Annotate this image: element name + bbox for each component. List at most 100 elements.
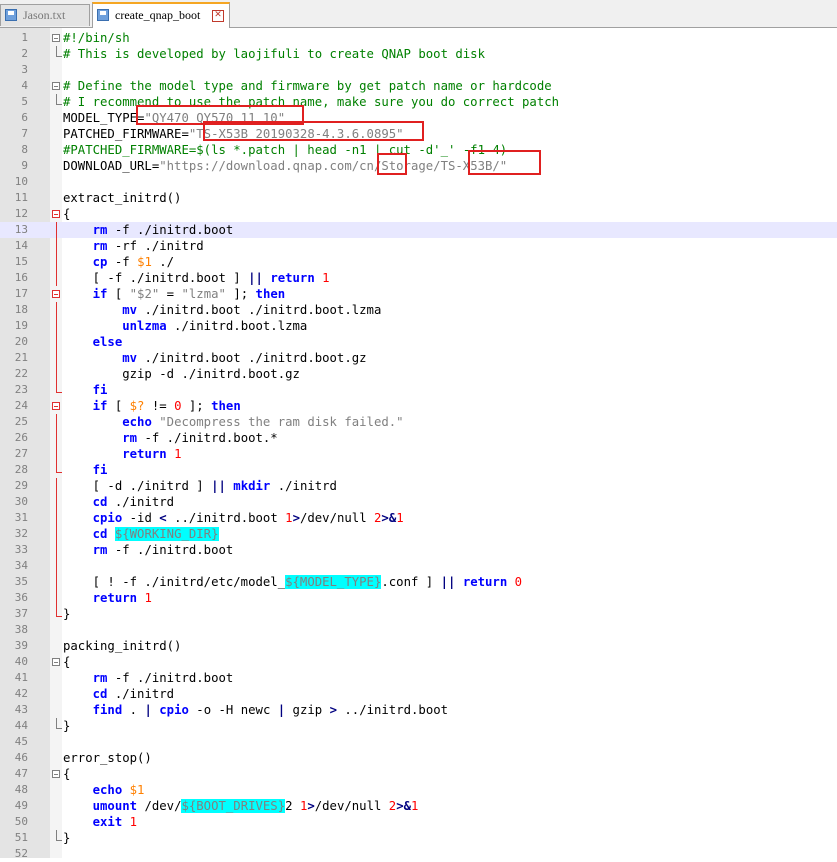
code-token: | (144, 703, 152, 717)
code-token: || (248, 271, 263, 285)
code-line[interactable]: 27 return 1 (0, 446, 837, 462)
line-number: 44 (14, 719, 28, 732)
fold-toggle-icon[interactable] (52, 290, 60, 298)
code-line[interactable]: 4 # Define the model type and firmware by… (0, 78, 837, 94)
code-token: .conf ] (381, 575, 441, 589)
code-token: ${MODEL_TYPE} (285, 575, 382, 589)
line-number: 9 (21, 159, 28, 172)
code-line[interactable]: 13 rm -f ./initrd.boot (0, 222, 837, 238)
code-line[interactable]: 50 exit 1 (0, 814, 837, 830)
code-line[interactable]: 25 echo "Decompress the ram disk failed.… (0, 414, 837, 430)
code-line[interactable]: 15 cp -f $1 ./ (0, 254, 837, 270)
code-line[interactable]: 9 DOWNLOAD_URL="https://download.qnap.com… (0, 158, 837, 174)
fold-toggle-icon[interactable] (52, 34, 60, 42)
line-number: 22 (14, 367, 28, 380)
code-line[interactable]: 19 unlzma ./initrd.boot.lzma (0, 318, 837, 334)
code-token: > (292, 511, 300, 525)
code-line[interactable]: 5 # I recommend to use the patch name, ma… (0, 94, 837, 110)
code-line[interactable]: 17 if [ "$2" = "lzma" ]; then (0, 286, 837, 302)
fold-line-marker (56, 478, 58, 494)
code-line[interactable]: 30 cd ./initrd (0, 494, 837, 510)
code-line[interactable]: 14 rm -rf ./initrd (0, 238, 837, 254)
code-line[interactable]: 28 fi (0, 462, 837, 478)
code-line[interactable]: 31 cpio -id < ../initrd.boot 1>/dev/null… (0, 510, 837, 526)
code-line[interactable]: 16 [ -f ./initrd.boot ] || return 1 (0, 270, 837, 286)
code-line[interactable]: 12 { (0, 206, 837, 222)
code-line[interactable]: 46 error_stop() (0, 750, 837, 766)
code-line[interactable]: 47 { (0, 766, 837, 782)
code-line[interactable]: 11 extract_initrd() (0, 190, 837, 206)
code-line[interactable]: 2 # This is developed by laojifuli to cre… (0, 46, 837, 62)
code-line[interactable]: 26 rm -f ./initrd.boot.* (0, 430, 837, 446)
code-line[interactable]: 39 packing_initrd() (0, 638, 837, 654)
code-token: -f ./initrd.boot (107, 671, 234, 685)
code-line[interactable]: 42 cd ./initrd (0, 686, 837, 702)
code-line[interactable]: 44} (0, 718, 837, 734)
code-line[interactable]: 18 mv ./initrd.boot ./initrd.boot.lzma (0, 302, 837, 318)
code-line[interactable]: 3 (0, 62, 837, 78)
code-line[interactable]: 40 { (0, 654, 837, 670)
line-number: 4 (21, 79, 28, 92)
line-number: 47 (14, 767, 28, 780)
code-editor[interactable]: 1 #!/bin/sh 2 # This is developed by laojif… (0, 30, 837, 862)
code-line[interactable]: 34 (0, 558, 837, 574)
code-token: "$2" (129, 287, 160, 301)
code-line[interactable]: 22 gzip -d ./initrd.boot.gz (0, 366, 837, 382)
tab-create-qnap-boot[interactable]: create_qnap_boot ✕ (92, 2, 230, 28)
line-number: 25 (14, 415, 28, 428)
code-line[interactable]: 41 rm -f ./initrd.boot (0, 670, 837, 686)
code-line[interactable]: 10 (0, 174, 837, 190)
code-line[interactable]: 7 PATCHED_FIRMWARE="TS-X53B_20190328-4.3.… (0, 126, 837, 142)
code-line[interactable]: 36 return 1 (0, 590, 837, 606)
fold-toggle-icon[interactable] (52, 210, 60, 218)
line-number: 12 (14, 207, 28, 220)
code-text: #!/bin/sh (63, 30, 130, 46)
fold-line-marker (56, 462, 62, 473)
line-number: 14 (14, 239, 28, 252)
fold-toggle-icon[interactable] (52, 82, 60, 90)
fold-toggle-icon[interactable] (52, 770, 60, 778)
code-token: > (329, 703, 337, 717)
code-line[interactable]: 32 cd ${WORKING_DIR} (0, 526, 837, 542)
code-line[interactable]: 20 else (0, 334, 837, 350)
code-line[interactable]: 23 fi (0, 382, 837, 398)
fold-toggle-icon[interactable] (52, 658, 60, 666)
code-token: [ -f ./initrd.boot ] (63, 271, 249, 285)
tab-jason-txt[interactable]: Jason.txt (0, 4, 90, 26)
code-line[interactable]: 43 find . | cpio -o -H newc | gzip > ../… (0, 702, 837, 718)
code-text: error_stop() (63, 750, 152, 766)
line-number: 11 (14, 191, 28, 204)
fold-toggle-icon[interactable] (52, 402, 60, 410)
code-token: gzip (285, 703, 330, 717)
fold-line-marker (56, 334, 58, 350)
code-line[interactable]: 29 [ -d ./initrd ] || mkdir ./initrd (0, 478, 837, 494)
code-line[interactable]: 52 (0, 846, 837, 862)
code-line[interactable]: 35 [ ! -f ./initrd/etc/model_${MODEL_TYP… (0, 574, 837, 590)
code-line[interactable]: 6 MODEL_TYPE="QY470_QY570_11_10" (0, 110, 837, 126)
line-number: 50 (14, 815, 28, 828)
code-line[interactable]: 8 #PATCHED_FIRMWARE=$(ls *.patch | head -… (0, 142, 837, 158)
fold-line-marker (56, 382, 62, 393)
code-line[interactable]: 45 (0, 734, 837, 750)
code-line[interactable]: 38 (0, 622, 837, 638)
code-token: fi (92, 463, 108, 477)
close-icon[interactable]: ✕ (212, 10, 224, 22)
code-line[interactable]: 49 umount /dev/${BOOT_DRIVES}2 1 >/dev/nu… (0, 798, 837, 814)
code-line[interactable]: 21 mv ./initrd.boot ./initrd.boot.gz (0, 350, 837, 366)
fold-line-marker (56, 46, 62, 57)
code-token: -o -H newc (188, 703, 278, 717)
code-line[interactable]: 33 rm -f ./initrd.boot (0, 542, 837, 558)
code-line[interactable]: 24 if [ $? != 0 ]; then (0, 398, 837, 414)
code-line[interactable]: 48 echo $1 (0, 782, 837, 798)
code-line[interactable]: 37} (0, 606, 837, 622)
code-line[interactable]: 1 #!/bin/sh (0, 30, 837, 46)
code-line[interactable]: 51} (0, 830, 837, 846)
